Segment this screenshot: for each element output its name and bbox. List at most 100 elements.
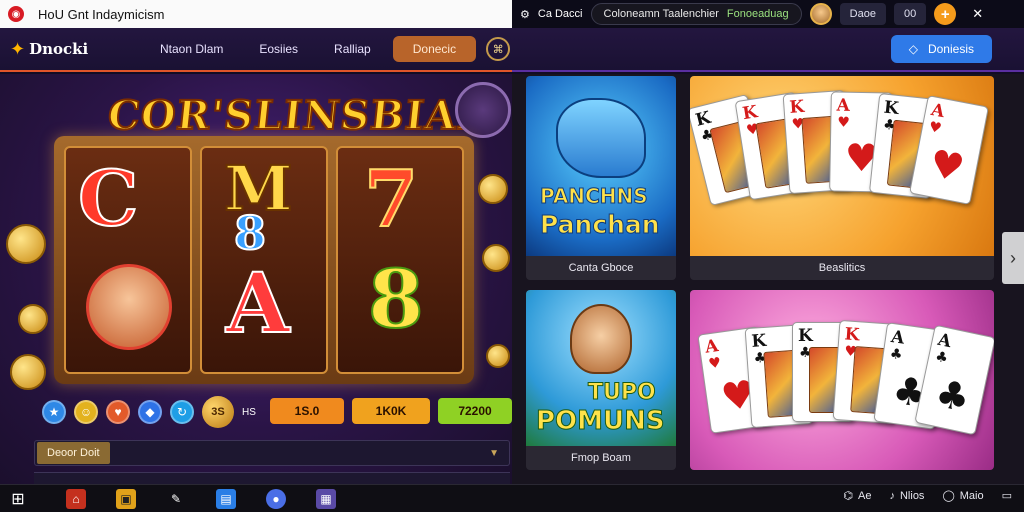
- tray-item-2[interactable]: ♪ Nlios: [889, 490, 924, 502]
- network-icon: ⌬: [843, 490, 854, 502]
- game-tile-art-line1: PANCHNS: [540, 184, 649, 209]
- tray-item-2-label: Nlios: [899, 489, 925, 502]
- media-icon[interactable]: ▦: [316, 488, 336, 509]
- tray-item-1-label: Ae: [858, 489, 872, 502]
- add-funds-button[interactable]: +: [934, 3, 957, 25]
- slot-symbol: A: [225, 255, 291, 353]
- next-arrow-icon[interactable]: ›: [1002, 232, 1024, 284]
- count-button[interactable]: 00: [893, 3, 927, 25]
- bet-button-3[interactable]: 72200: [438, 398, 512, 424]
- brand-name: Dnocki: [29, 40, 89, 58]
- app-root: ◉ HoU Gnt Indaymicism ⚙ Ca Dacci Colonea…: [0, 0, 1024, 512]
- reels: C M 8 A 7 8: [64, 146, 464, 374]
- tray-item-1[interactable]: ⌬ Ae: [843, 489, 872, 503]
- character-icon: [570, 304, 632, 374]
- card-suit-large: ♣: [931, 369, 975, 421]
- slot-reels-frame[interactable]: C M 8 A 7 8: [54, 136, 474, 384]
- card-suit: ♥: [927, 118, 943, 138]
- game-tile-art-line1: TUPO: [588, 380, 657, 406]
- game-tile-art-line2: POMUNS: [536, 406, 666, 437]
- character-icon: [86, 264, 172, 350]
- bet-button-2[interactable]: 1K0K: [352, 398, 430, 424]
- game-tile-art: TUPO POMUNS: [526, 290, 676, 446]
- smile-icon[interactable]: ☺: [74, 400, 98, 424]
- slot-symbol: 8: [233, 205, 267, 261]
- game-tile-art: A ♥ ♥ K ♣ K ♣ K ♥ A ♣ ♣ A ♣ ♣: [690, 290, 994, 470]
- coin-button[interactable]: 3S: [202, 396, 234, 428]
- game-tile[interactable]: PANCHNS Panchan Canta Gboce: [526, 76, 676, 280]
- status-pill-status: Fonoeaduag: [726, 8, 789, 20]
- settings-icon[interactable]: ⚙: [520, 8, 530, 21]
- game-tile[interactable]: TUPO POMUNS Fmop Boam: [526, 290, 676, 470]
- reel-2: M 8 A: [200, 146, 328, 374]
- title-bar-right: ⚙ Ca Dacci Coloneamn Taalenchier Fonoead…: [512, 0, 1024, 28]
- window-title: HoU Gnt Indaymicism: [38, 6, 165, 22]
- chevron-down-icon[interactable]: ▼: [489, 448, 499, 459]
- game-tile-label: Fmop Boam: [526, 446, 676, 470]
- nav-right-button[interactable]: ◇ Doniesis: [890, 35, 992, 63]
- main-nav: ✦ Dnocki Ntaon Dlam Eosiies Ralliap Done…: [0, 28, 1024, 72]
- slot-symbol: 7: [363, 153, 419, 246]
- system-tray: ⌬ Ae ♪ Nlios ◯ Maio ▭: [843, 489, 1012, 503]
- tray-item-4[interactable]: ▭: [1002, 489, 1012, 502]
- game-tile-label: Beaslitics: [690, 256, 994, 280]
- refresh-icon[interactable]: ↻: [170, 400, 194, 424]
- top-left-label[interactable]: Ca Dacci: [538, 8, 583, 20]
- game-tile[interactable]: A ♥ ♥ K ♣ K ♣ K ♥ A ♣ ♣ A ♣ ♣: [690, 290, 994, 470]
- reel-1: C: [64, 146, 192, 374]
- coin-icon: [18, 304, 48, 334]
- game-tile-art: K ♣ K ♥ K ♥ A ♥ ♥ K ♣ A ♥ ♥: [690, 76, 994, 256]
- search-button[interactable]: Deoor Doit: [37, 442, 110, 464]
- brand-logo-icon: ✦: [10, 38, 26, 59]
- tray-item-3[interactable]: ◯ Maio: [942, 489, 984, 503]
- nav-active-button[interactable]: Donecic: [392, 36, 477, 62]
- slot-symbol: C: [77, 153, 139, 244]
- bet-button-1[interactable]: 1S.0: [270, 398, 344, 424]
- app-icon[interactable]: ✎: [166, 489, 186, 509]
- volume-icon: ♪: [889, 489, 895, 502]
- coin-icon: [482, 244, 510, 272]
- gem-icon[interactable]: ◆: [138, 400, 162, 424]
- nav-underline: [0, 70, 512, 72]
- nav-shield-icon[interactable]: ⌘: [486, 37, 511, 61]
- nav-links: Ntaon Dlam Eosiies Ralliap: [160, 42, 371, 56]
- status-pill-text: Coloneamn Taalenchier: [603, 8, 719, 20]
- controls-label: HS: [242, 406, 256, 418]
- account-button[interactable]: Daoe: [839, 3, 886, 25]
- folder-icon[interactable]: ▣: [116, 488, 136, 509]
- app-logo-icon: ◉: [8, 6, 24, 22]
- game-tile-art: PANCHNS Panchan: [526, 76, 676, 256]
- game-grid: PANCHNS Panchan Canta Gboce K ♣ K ♥ K ♥ A ♥ ♥ K ♣ A…: [512, 74, 1024, 484]
- badge-icon: [455, 82, 511, 138]
- slot-symbol: 8: [367, 251, 425, 347]
- close-icon[interactable]: ✕: [972, 6, 983, 22]
- card-suit: ♣: [933, 348, 950, 367]
- tray-item-3-label: Maio: [959, 489, 984, 502]
- brand[interactable]: ✦ Dnocki: [0, 39, 160, 60]
- notification-icon: ▭: [1001, 490, 1012, 502]
- nav-link-1[interactable]: Ntaon Dlam: [160, 42, 223, 56]
- browser-icon[interactable]: ▤: [216, 488, 236, 509]
- start-icon[interactable]: ⊞: [8, 489, 28, 509]
- coin-icon: [6, 224, 46, 264]
- avatar[interactable]: [809, 3, 832, 25]
- card-suit: ♥: [707, 354, 723, 373]
- card-rank: K: [788, 96, 805, 118]
- store-icon[interactable]: ⌂: [66, 488, 86, 509]
- nav-link-2[interactable]: Eosiies: [259, 42, 298, 56]
- card-rank: K: [843, 324, 861, 346]
- game-tile[interactable]: K ♣ K ♥ K ♥ A ♥ ♥ K ♣ A ♥ ♥ Beaslitics: [690, 76, 994, 280]
- coin-icon: [478, 174, 508, 204]
- chat-icon[interactable]: ●: [266, 488, 286, 509]
- slot-game-panel[interactable]: COR'SLINSBIAL C M 8 A 7 8 ★ ☺ ♥ ◆ ↻ 3S H…: [0, 74, 512, 484]
- heart-icon[interactable]: ♥: [106, 400, 130, 424]
- search-bar[interactable]: Deoor Doit ▼: [34, 440, 510, 466]
- nav-right-button-label: Doniesis: [927, 42, 974, 56]
- nav-link-3[interactable]: Ralliap: [334, 42, 371, 56]
- star-icon[interactable]: ★: [42, 400, 66, 424]
- card-rank: K: [750, 330, 767, 352]
- card-rank: A: [836, 95, 851, 116]
- clock-icon: ◯: [942, 490, 955, 502]
- card-suit: ♥: [837, 114, 851, 131]
- status-pill[interactable]: Coloneamn Taalenchier Fonoeaduag: [590, 3, 802, 25]
